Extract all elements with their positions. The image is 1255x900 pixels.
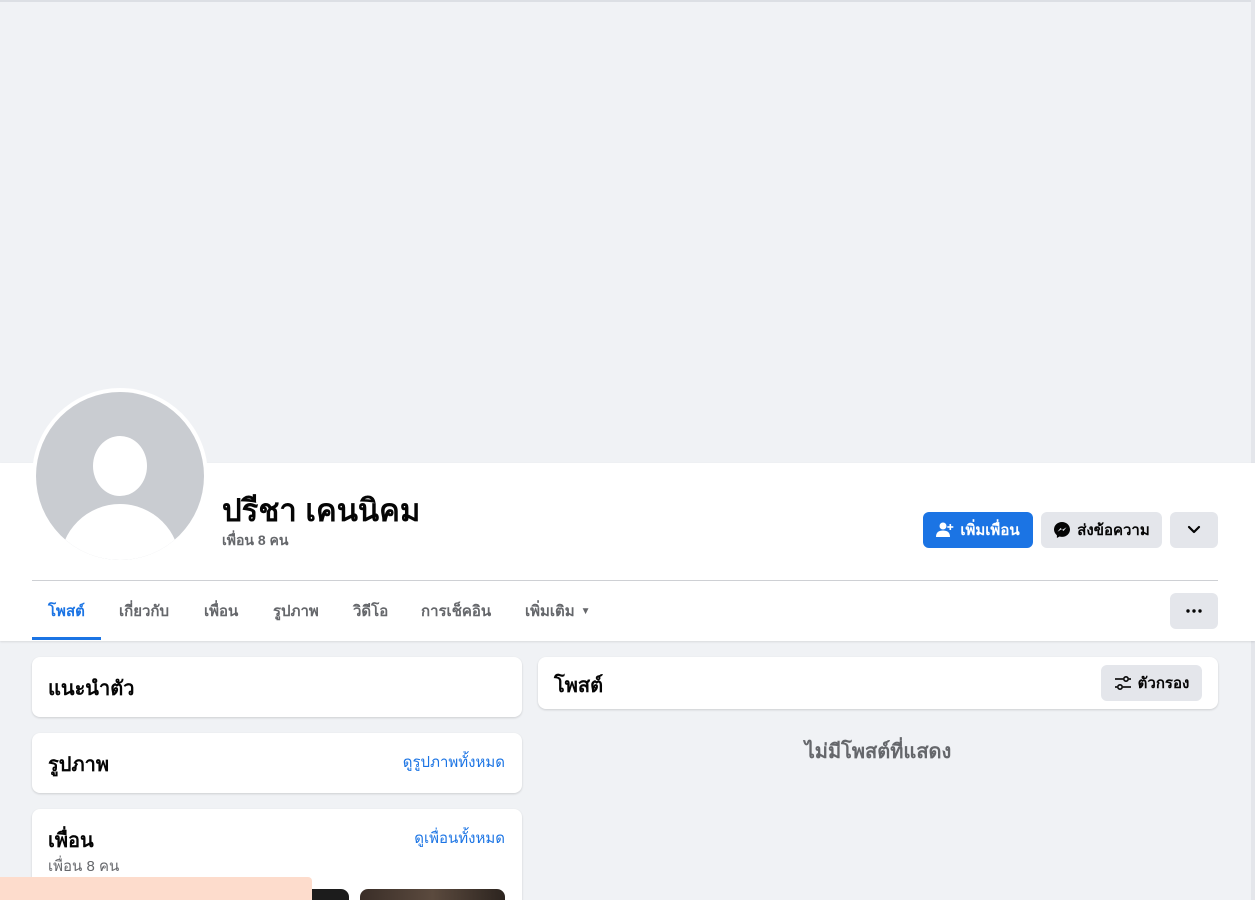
tab-photos[interactable]: รูปภาพ bbox=[257, 582, 335, 640]
more-actions-button[interactable] bbox=[1170, 512, 1218, 548]
photos-title: รูปภาพ bbox=[48, 754, 110, 776]
more-dots-icon bbox=[1186, 609, 1202, 613]
no-posts-message: ไม่มีโพสต์ที่แสดง bbox=[804, 741, 952, 763]
intro-title: แนะนำตัว bbox=[48, 678, 135, 700]
tab-more-label: เพิ่มเติม bbox=[525, 603, 575, 620]
intro-card: แนะนำตัว bbox=[32, 657, 522, 717]
chevron-down-icon bbox=[1187, 525, 1201, 534]
profile-avatar[interactable] bbox=[32, 388, 208, 564]
scrollbar[interactable] bbox=[1251, 0, 1255, 900]
posts-card: โพสต์ ตัวกรอง bbox=[538, 657, 1218, 709]
add-friend-button[interactable]: เพิ่มเพื่อน bbox=[923, 512, 1033, 548]
friends-title: เพื่อน bbox=[48, 830, 94, 852]
photos-card: รูปภาพ ดูรูปภาพทั้งหมด bbox=[32, 733, 522, 793]
add-friend-label: เพิ่มเพื่อน bbox=[960, 522, 1020, 539]
cover-photo bbox=[0, 2, 1251, 463]
filter-sliders-icon bbox=[1114, 675, 1131, 691]
filter-label: ตัวกรอง bbox=[1137, 675, 1190, 692]
message-button[interactable]: ส่งข้อความ bbox=[1041, 512, 1162, 548]
tab-friends[interactable]: เพื่อน bbox=[188, 582, 254, 640]
profile-options-button[interactable] bbox=[1170, 593, 1218, 629]
add-friend-icon bbox=[936, 522, 954, 537]
header-divider bbox=[32, 580, 1218, 581]
friend-photo[interactable] bbox=[360, 889, 505, 900]
filter-button[interactable]: ตัวกรอง bbox=[1101, 665, 1202, 701]
message-label: ส่งข้อความ bbox=[1077, 522, 1150, 539]
see-all-friends-link[interactable]: ดูเพื่อนทั้งหมด bbox=[414, 826, 505, 850]
messenger-icon bbox=[1054, 522, 1071, 538]
caret-down-icon: ▼ bbox=[580, 605, 591, 617]
tab-about[interactable]: เกี่ยวกับ bbox=[103, 582, 185, 640]
posts-title: โพสต์ bbox=[554, 675, 604, 697]
avatar-placeholder-icon bbox=[36, 392, 204, 560]
bottom-banner bbox=[0, 877, 312, 900]
tab-videos[interactable]: วิดีโอ bbox=[337, 582, 404, 640]
tab-checkins[interactable]: การเช็คอิน bbox=[405, 582, 507, 640]
tab-more[interactable]: เพิ่มเติม ▼ bbox=[509, 582, 607, 640]
see-all-photos-link[interactable]: ดูรูปภาพทั้งหมด bbox=[403, 750, 505, 774]
tab-posts[interactable]: โพสต์ bbox=[32, 582, 101, 640]
profile-friend-count[interactable]: เพื่อน 8 คน bbox=[222, 530, 289, 552]
profile-name: ปรีชา เคนนิคม bbox=[222, 493, 421, 528]
friends-count: เพื่อน 8 คน bbox=[48, 858, 120, 875]
